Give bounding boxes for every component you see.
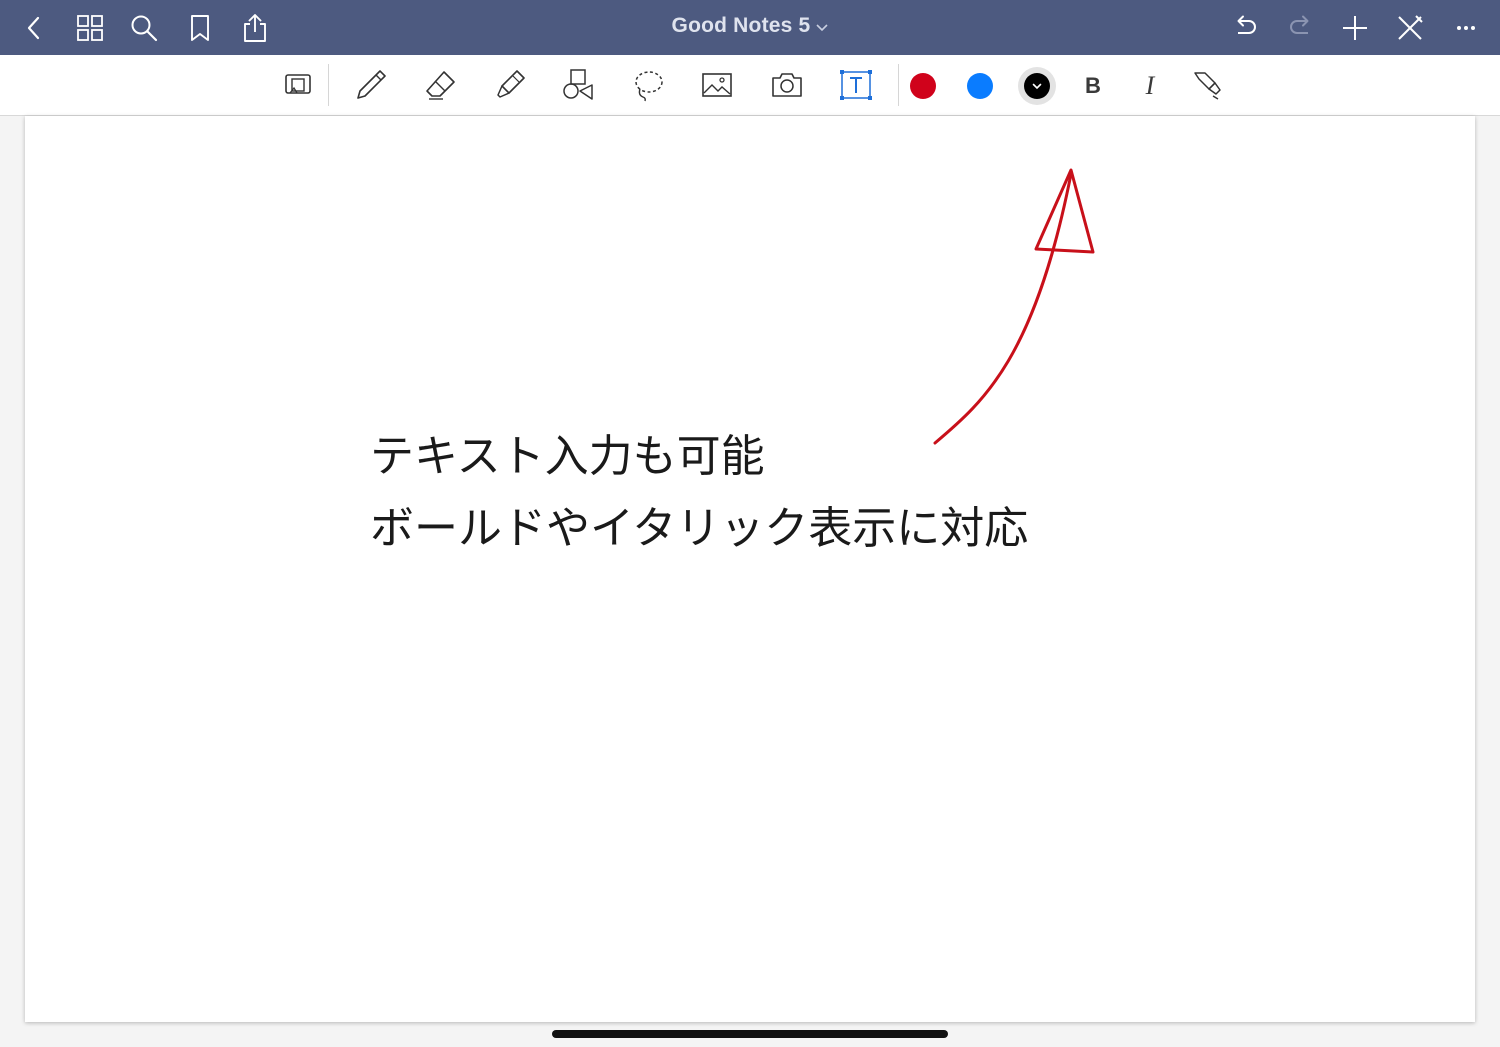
document-title: Good Notes 5 xyxy=(671,14,811,37)
text-box-tool[interactable] xyxy=(836,65,876,105)
home-indicator[interactable] xyxy=(552,1030,948,1038)
image-icon xyxy=(702,73,732,97)
pen-icon xyxy=(357,70,386,99)
redo-icon xyxy=(1290,15,1309,34)
more-icon xyxy=(1457,26,1475,30)
pen-tool[interactable] xyxy=(351,65,391,105)
image-tool[interactable] xyxy=(697,65,737,105)
color-black-dot xyxy=(1024,73,1050,99)
highlighter-icon xyxy=(497,70,525,98)
document-title-menu[interactable]: Good Notes 5 xyxy=(0,14,1500,38)
text-line: テキスト入力も可能 xyxy=(370,431,765,482)
bold-button[interactable]: B xyxy=(1076,69,1110,103)
read-mode-button[interactable] xyxy=(278,65,318,105)
navigation-bar: Good Notes 5 xyxy=(0,0,1500,55)
add-page-button[interactable] xyxy=(1337,10,1373,46)
more-button[interactable] xyxy=(1448,10,1484,46)
text-box-icon xyxy=(840,70,872,100)
redo-button[interactable] xyxy=(1283,10,1319,46)
handwritten-arrow-drawing xyxy=(933,168,1095,445)
camera-tool[interactable] xyxy=(767,65,807,105)
tool-bar: B I xyxy=(0,55,1500,116)
italic-button[interactable]: I xyxy=(1133,69,1167,103)
text-format-brush-icon xyxy=(1194,72,1221,100)
color-red-swatch[interactable] xyxy=(910,73,936,99)
read-mode-icon xyxy=(285,74,311,94)
text-format-button[interactable] xyxy=(1187,65,1227,105)
shapes-tool[interactable] xyxy=(558,65,598,105)
chevron-down-icon xyxy=(1032,83,1042,89)
eraser-icon xyxy=(426,71,455,100)
color-black-swatch-selected[interactable] xyxy=(1018,67,1056,105)
shapes-icon xyxy=(563,69,593,100)
note-page[interactable]: テキスト入力も可能 ボールドやイタリック表示に対応 xyxy=(25,116,1475,1022)
lasso-tool[interactable] xyxy=(628,65,668,105)
text-box-content[interactable]: テキスト入力も可能 ボールドやイタリック表示に対応 xyxy=(370,421,1028,565)
toolbar-divider xyxy=(898,64,899,106)
highlighter-tool[interactable] xyxy=(490,65,530,105)
camera-icon xyxy=(772,73,802,97)
color-blue-swatch[interactable] xyxy=(967,73,993,99)
undo-icon xyxy=(1237,15,1256,34)
text-line: ボールドやイタリック表示に対応 xyxy=(370,503,1029,554)
eraser-tool[interactable] xyxy=(421,65,461,105)
lasso-icon xyxy=(635,71,663,102)
undo-button[interactable] xyxy=(1227,10,1263,46)
toolbar-divider xyxy=(328,64,329,106)
close-edit-button[interactable] xyxy=(1392,10,1428,46)
chevron-down-icon xyxy=(816,14,829,38)
close-edit-icon xyxy=(1398,15,1423,40)
add-page-icon xyxy=(1343,16,1367,40)
